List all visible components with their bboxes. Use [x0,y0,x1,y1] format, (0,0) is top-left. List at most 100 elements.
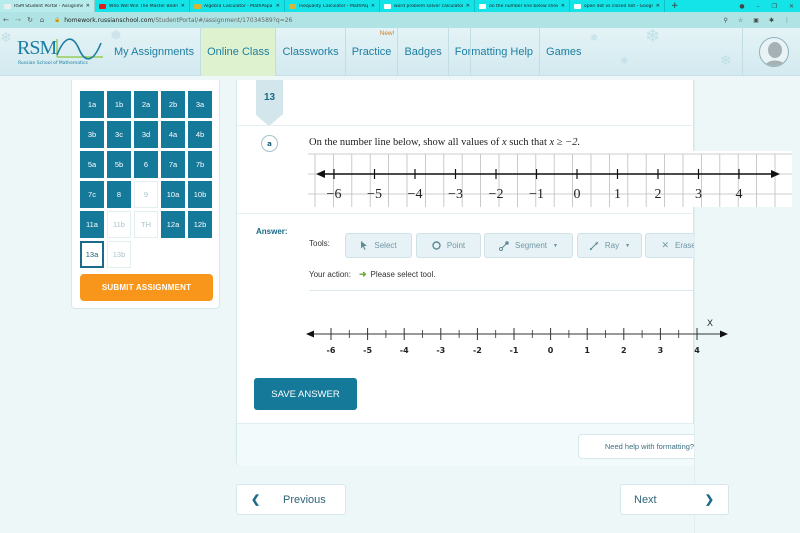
answer-number-line[interactable]: X -6 -5 -4 -3 -2 -1 0 1 2 3 4 [300,315,730,360]
browser-tab[interactable]: Algebra Calculator - MathPapa ✕ [190,0,285,12]
close-tab-icon[interactable]: ✕ [656,3,660,9]
close-tab-icon[interactable]: ✕ [466,3,470,9]
logo-subtitle: Russian School of Mathematics [18,61,88,66]
nav-label: Practice [351,46,392,58]
close-tab-icon[interactable]: ✕ [371,3,375,9]
tool-select-button[interactable]: Select [345,233,412,258]
question-cell[interactable]: TH [134,211,158,238]
avatar[interactable] [759,37,789,67]
question-cell[interactable]: 13a [80,241,104,268]
browser-tab[interactable]: RSM Student Portal - Assignme ✕ [0,0,95,12]
question-cell[interactable]: 7a [161,151,185,178]
browser-tab[interactable]: word problem solver calculator ✕ [380,0,475,12]
question-cell[interactable]: 9 [134,181,158,208]
site-header: ❄ ❅ ❄ ❅ ❄ ❆ ❅ RSM Russian School of Math… [0,26,800,76]
save-answer-button[interactable]: SAVE ANSWER [254,378,357,410]
nav-practice[interactable]: Practice New! [346,28,399,76]
browser-tab[interactable]: Who Will Win The Master Bedro ✕ [95,0,190,12]
question-cell[interactable]: 6 [134,151,158,178]
question-cell[interactable]: 12b [188,211,212,238]
browser-tab[interactable]: on the number line below show ✕ [475,0,570,12]
tick-label: 1 [584,346,590,355]
question-cell[interactable]: 2a [134,91,158,118]
chevron-right-icon: ❯ [704,494,714,506]
nav-label: Classworks [282,46,339,58]
question-cell[interactable]: 10b [188,181,212,208]
action-status: Your action: ➜ Please select tool. [309,269,435,280]
nav-my-assignments[interactable]: My Assignments [108,28,202,76]
user-menu[interactable] [742,28,800,76]
question-cell[interactable]: 3c [107,121,131,148]
previous-button[interactable]: ❮ Previous [236,484,346,515]
extension-icon[interactable]: ▣ [753,17,759,24]
action-label: Your action: [309,270,351,279]
tick-label: -4 [400,346,409,355]
submit-assignment-button[interactable]: SUBMIT ASSIGNMENT [80,274,213,301]
nav-badges[interactable]: Badges [398,28,449,76]
question-cell[interactable]: 11a [80,211,104,238]
tick-label: 4 [736,187,743,202]
forward-icon[interactable]: → [12,16,24,24]
new-tab-button[interactable]: + [665,1,685,11]
question-cell[interactable]: 3a [188,91,212,118]
home-icon[interactable]: ⌂ [36,16,48,24]
lock-icon[interactable]: 🔒 [54,17,60,23]
close-tab-icon[interactable]: ✕ [561,3,565,9]
close-tab-icon[interactable]: ✕ [86,3,90,9]
question-cell[interactable]: 8 [107,181,131,208]
question-cell[interactable]: 7b [188,151,212,178]
menu-kebab-icon[interactable]: ⋮ [784,17,790,24]
bookmark-star-icon[interactable]: ☆ [738,17,743,24]
next-button[interactable]: Next ❯ [620,484,729,515]
browser-tab[interactable]: open dot vs closed dot - Google ✕ [570,0,665,12]
tool-point-button[interactable]: Point [416,233,481,258]
puzzle-icon[interactable]: ✱ [769,17,774,24]
rsm-logo[interactable]: RSM Russian School of Mathematics [17,37,105,67]
maximize-icon[interactable]: ❐ [772,3,777,10]
tick-label: -3 [436,346,445,355]
question-cell[interactable]: 1a [80,91,104,118]
tool-label: Ray [604,241,620,250]
question-cell[interactable]: 4b [188,121,212,148]
close-tab-icon[interactable]: ✕ [181,3,185,9]
tick-label: −6 [327,187,342,202]
nav-online-class[interactable]: Online Class [201,28,277,76]
zoom-icon[interactable]: ⚲ [724,17,728,24]
question-cell[interactable]: 7c [80,181,104,208]
tab-title: word problem solver calculator [394,3,463,9]
previous-label: Previous [283,493,326,506]
minimize-icon[interactable]: – [757,3,760,10]
url-field[interactable]: 🔒 homework.russianschool.com/StudentPort… [54,17,724,24]
question-cell[interactable]: 5a [80,151,104,178]
rsm-favicon-icon [4,3,11,9]
tick-label: 3 [695,187,702,202]
tick-label: -1 [510,346,519,355]
nav-label: Badges [404,46,442,58]
question-cell[interactable]: 5b [107,151,131,178]
question-cell[interactable]: 4a [161,121,185,148]
tab-title: Algebra Calculator - MathPapa [204,3,273,9]
arrow-left-icon [316,170,325,178]
question-cell[interactable]: 1b [107,91,131,118]
question-cell[interactable]: 11b [107,211,131,238]
close-tab-icon[interactable]: ✕ [276,3,280,9]
tool-ray-button[interactable]: Ray ▼ [577,233,642,258]
tick-label: −2 [489,187,504,202]
question-cell[interactable]: 2b [161,91,185,118]
question-cell[interactable]: 3b [80,121,104,148]
question-cell[interactable]: 12a [161,211,185,238]
tool-segment-button[interactable]: Segment ▼ [484,233,573,258]
x-icon: ✕ [661,240,669,250]
user-silhouette-icon [764,42,786,66]
reload-icon[interactable]: ↻ [24,16,36,24]
question-cell[interactable]: 3d [134,121,158,148]
profile-icon[interactable]: ● [739,3,744,10]
tick-label: −4 [408,187,423,202]
question-cell[interactable]: 10a [161,181,185,208]
tool-label: Select [374,241,397,250]
close-window-icon[interactable]: ✕ [789,3,794,10]
nav-classworks[interactable]: Classworks [276,28,346,76]
back-icon[interactable]: ← [0,16,12,24]
question-cell[interactable]: 13b [107,241,131,268]
browser-tab[interactable]: Inequality Calculator - MathPapa ✕ [285,0,380,12]
